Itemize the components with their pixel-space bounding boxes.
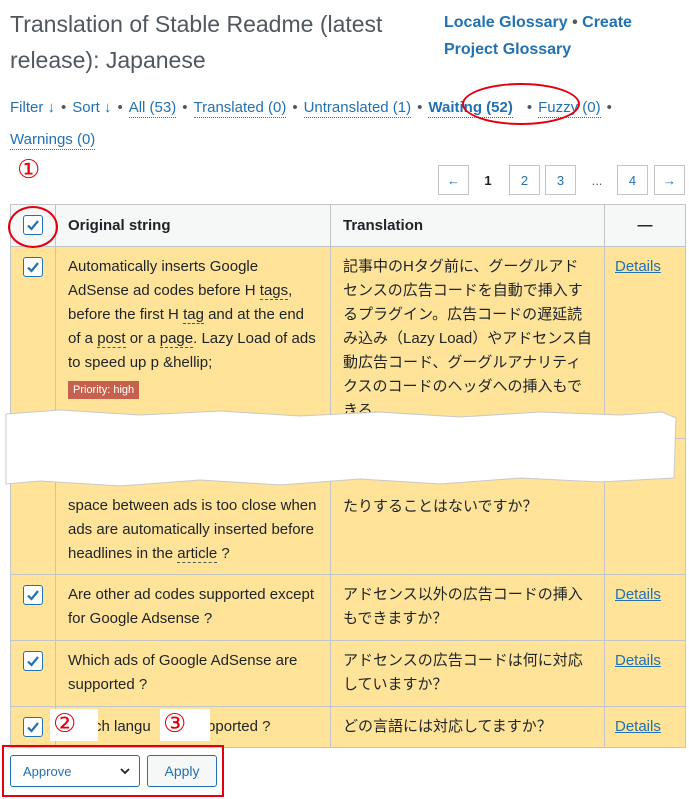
annotation-number-3: ③ [160, 709, 210, 741]
select-all-checkbox[interactable] [23, 215, 43, 235]
annotation-number-2: ② [50, 709, 98, 741]
original-text: ? [217, 545, 230, 562]
actions-cell: Details [604, 246, 686, 439]
details-link[interactable]: Details [615, 258, 661, 275]
bulk-action-select[interactable]: Approve [10, 755, 140, 787]
checkmark-icon [27, 220, 39, 231]
details-link[interactable]: Details [615, 586, 661, 603]
strings-table: Original string Translation — Automatica… [10, 204, 686, 748]
filter-bar: Filter ↓ • Sort ↓ • All (53) • Translated (0) •… [10, 92, 685, 156]
sort-toggle[interactable]: Sort ↓ [72, 99, 111, 116]
filter-fuzzy[interactable]: Fuzzy (0) [538, 99, 601, 118]
row-checkbox-cell [10, 640, 56, 707]
original-string-cell: Which ads of Google AdSense are supporte… [55, 640, 331, 707]
filter-dot: • [292, 99, 298, 116]
details-link[interactable]: Details [615, 652, 661, 669]
glossary-term[interactable]: post [97, 330, 126, 348]
table-row: Automatically inserts Google AdSense ad … [10, 246, 686, 439]
glossary-term[interactable]: article [177, 545, 218, 563]
checkmark-icon [27, 262, 39, 273]
details-link[interactable]: Details [615, 718, 661, 735]
filter-dot: • [606, 99, 612, 116]
row-checkbox-cell [10, 706, 56, 748]
actions-cell: Details [604, 706, 686, 748]
row-checkbox-cell [10, 574, 56, 641]
translation-cell: アドセンス以外の広告コードの挿入もできますか？ [330, 574, 605, 641]
row-checkbox[interactable] [23, 651, 43, 671]
bulk-action-value: Approve [23, 763, 72, 779]
filter-waiting[interactable]: Waiting (52) [428, 99, 513, 118]
page-title: Translation of Stable Readme (latest rel… [10, 11, 383, 73]
original-text: Automatically inserts Google AdSense ad … [68, 258, 260, 299]
original-text: or a [125, 330, 160, 347]
table-row: Which ads of Google AdSense are supporte… [10, 640, 686, 707]
filter-untranslated[interactable]: Untranslated (1) [303, 99, 412, 118]
filter-all[interactable]: All (53) [128, 99, 177, 118]
original-string-cell: space between ads is too close when ads … [55, 438, 331, 575]
translation-cell: たりすることはないですか？ [330, 438, 605, 575]
next-page-button[interactable]: → [654, 165, 685, 195]
original-string-cell: Automatically inserts Google AdSense ad … [55, 246, 331, 439]
filter-toggle[interactable]: Filter ↓ [10, 99, 55, 116]
apply-button[interactable]: Apply [147, 755, 217, 787]
priority-badge: Priority: high [68, 381, 140, 399]
checkmark-icon [27, 590, 39, 601]
checkmark-icon [27, 722, 39, 733]
glossary-term[interactable]: tag [183, 306, 204, 324]
row-checkbox[interactable] [23, 257, 43, 277]
original-string-cell: Are other ad codes supported except for … [55, 574, 331, 641]
glossary-separator: • [572, 14, 578, 31]
table-row: ch langu upported ? どの言語には対応してますか？ Detail… [10, 706, 686, 748]
filter-dot: • [417, 99, 423, 116]
details-link[interactable]: Details [615, 454, 661, 471]
actions-cell: Details [604, 640, 686, 707]
select-all-cell [10, 204, 56, 247]
page-3-button[interactable]: 3 [545, 165, 576, 195]
translation-header: Translation [330, 204, 605, 247]
original-text: ch langu [94, 718, 151, 735]
row-checkbox[interactable] [23, 717, 43, 737]
filter-dot: • [61, 99, 67, 116]
table-row: space between ads is too close when ads … [10, 438, 686, 575]
row-checkbox-cell [10, 246, 56, 439]
filter-warnings[interactable]: Warnings (0) [10, 131, 96, 150]
table-row: Are other ad codes supported except for … [10, 574, 686, 641]
glossary-term[interactable]: page [159, 330, 194, 348]
filter-dot: • [117, 99, 123, 116]
filter-translated[interactable]: Translated (0) [193, 99, 287, 118]
translation-cell: アドセンスの広告コードは何に対応していますか？ [330, 640, 605, 707]
translation-cell: 記事中のHタグ前に、グーグルアドセンスの広告コードを自動で挿入するプラグイン。広… [330, 246, 605, 439]
prev-page-button[interactable]: ← [438, 165, 469, 195]
translation-cell: どの言語には対応してますか？ [330, 706, 605, 748]
page-2-button[interactable]: 2 [509, 165, 540, 195]
row-checkbox-cell [10, 438, 56, 575]
current-page: 1 [484, 172, 492, 188]
checkmark-icon [27, 656, 39, 667]
row-checkbox[interactable] [23, 585, 43, 605]
chevron-down-icon [120, 768, 130, 775]
locale-glossary-link[interactable]: Locale Glossary [444, 14, 568, 31]
actions-header: — [604, 204, 686, 247]
table-header-row: Original string Translation — [10, 204, 686, 247]
original-string-header: Original string [55, 204, 331, 247]
pagination-ellipsis: ... [591, 172, 603, 188]
filter-dot: • [182, 99, 188, 116]
annotation-number-1: ① [14, 155, 44, 185]
actions-cell: Details [604, 574, 686, 641]
glossary-links: Locale Glossary • Create Project Glossar… [444, 9, 684, 63]
page-4-button[interactable]: 4 [617, 165, 648, 195]
actions-cell: Details [604, 438, 686, 575]
filter-dot: • [526, 99, 533, 116]
glossary-term[interactable]: tags [259, 282, 289, 300]
